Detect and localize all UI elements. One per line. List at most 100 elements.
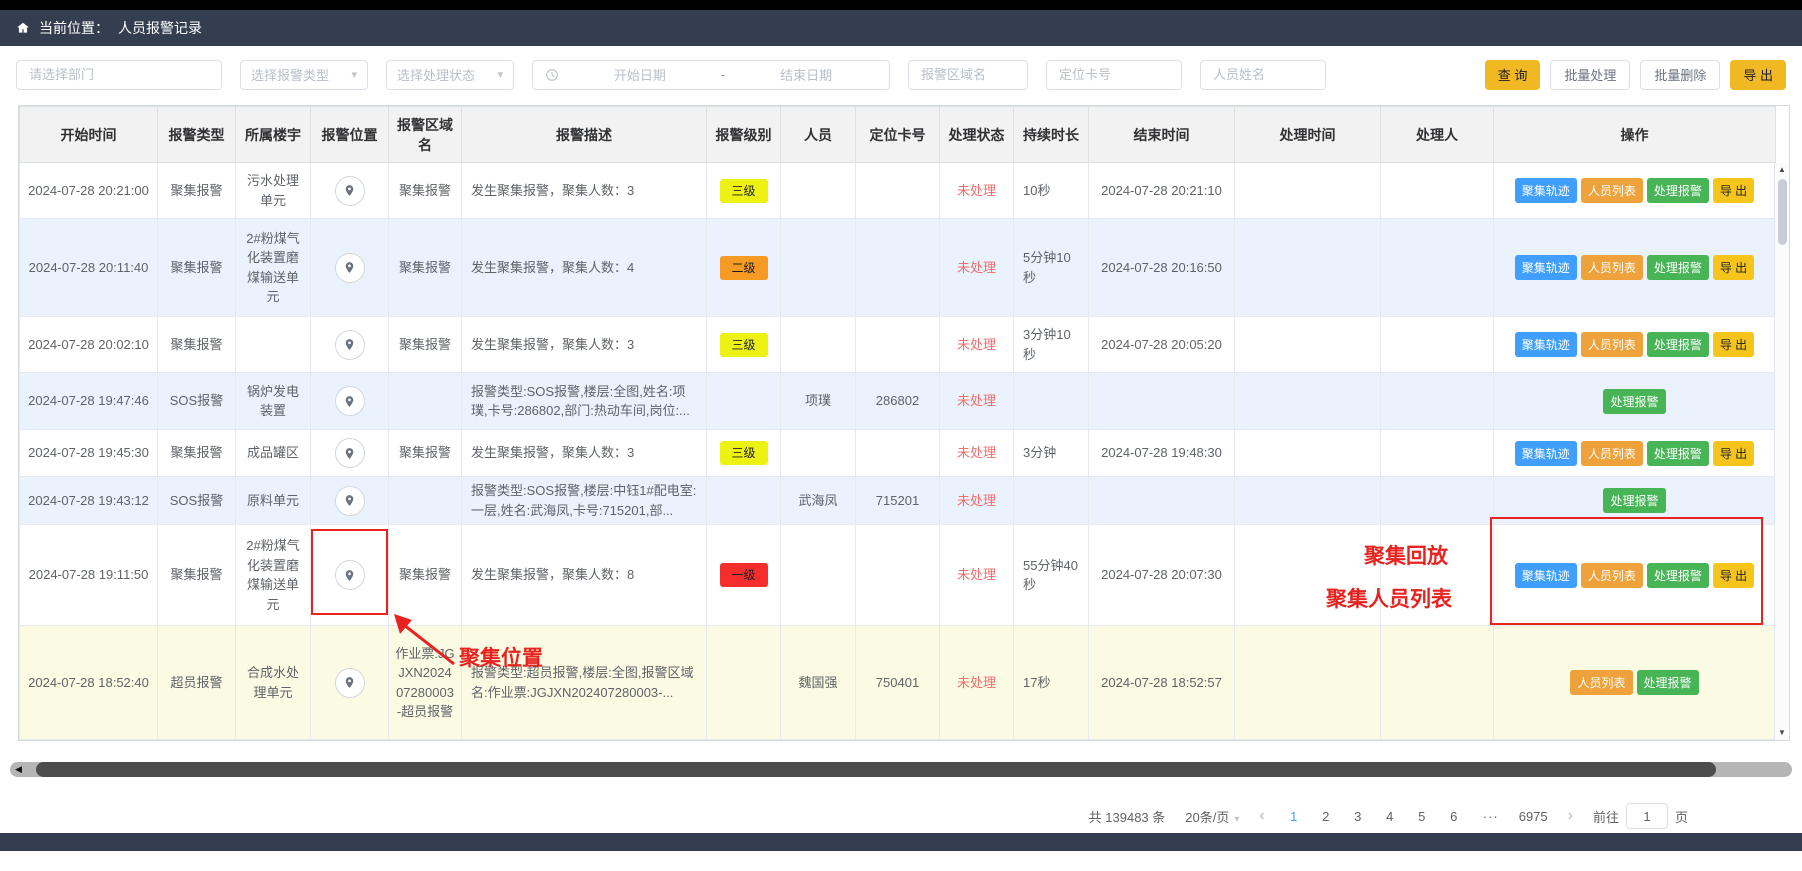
cell-building: 原料单元 — [236, 477, 311, 525]
cell-building — [236, 317, 311, 373]
cell-alarm-location — [311, 317, 389, 373]
handle-action-button[interactable]: 处理报警 — [1647, 563, 1709, 588]
handle-action-button[interactable]: 处理报警 — [1603, 488, 1665, 513]
horizontal-scrollbar[interactable]: ◀ — [10, 762, 1792, 777]
page-number[interactable]: 3 — [1349, 809, 1367, 824]
handle-action-button[interactable]: 处理报警 — [1647, 178, 1709, 203]
column-header: 结束时间 — [1089, 107, 1235, 163]
cell-alarm-type: SOS报警 — [158, 373, 236, 430]
alarm-location-pin-button[interactable] — [335, 668, 365, 698]
scroll-down-icon[interactable]: ▼ — [1778, 726, 1786, 740]
cell-card-number: 286802 — [856, 373, 940, 430]
page-number-last[interactable]: 6975 — [1519, 809, 1548, 824]
export-action-button[interactable]: 导 出 — [1713, 255, 1754, 280]
vertical-scrollbar[interactable]: ▲ ▼ — [1774, 163, 1789, 740]
export-action-button[interactable]: 导 出 — [1713, 441, 1754, 466]
person-name-input[interactable] — [1200, 60, 1326, 90]
table-row: 2024-07-28 20:02:10聚集报警聚集报警发生聚集报警，聚集人数：3… — [20, 317, 1776, 373]
cell-description: 报警类型:超员报警,楼层:全图,报警区域名:作业票:JGJXN202407280… — [462, 626, 707, 740]
status-text: 未处理 — [957, 183, 996, 198]
list-action-button[interactable]: 人员列表 — [1581, 255, 1643, 280]
track-action-button[interactable]: 聚集轨迹 — [1515, 563, 1577, 588]
cell-person — [781, 430, 856, 477]
page-number[interactable]: 2 — [1317, 809, 1335, 824]
column-header: 报警位置 — [311, 107, 389, 163]
cell-start-time: 2024-07-28 20:11:40 — [20, 219, 158, 317]
goto-page-input[interactable] — [1626, 803, 1668, 829]
batch-process-button[interactable]: 批量处理 — [1550, 60, 1630, 90]
page-number[interactable]: 6 — [1445, 809, 1463, 824]
end-date-field[interactable]: 结束日期 — [735, 65, 877, 84]
export-button[interactable]: 导 出 — [1730, 60, 1786, 90]
card-number-input[interactable] — [1046, 60, 1182, 90]
cell-alarm-level: 三级 — [707, 430, 781, 477]
alarm-location-pin-button[interactable] — [335, 330, 365, 360]
alarm-type-placeholder: 选择报警类型 — [251, 65, 329, 84]
alarm-location-pin-button[interactable] — [335, 253, 365, 283]
handle-action-button[interactable]: 处理报警 — [1637, 670, 1699, 695]
export-action-button[interactable]: 导 出 — [1713, 178, 1754, 203]
alarm-location-pin-button[interactable] — [335, 438, 365, 468]
department-input[interactable] — [16, 60, 222, 90]
handle-action-button[interactable]: 处理报警 — [1647, 441, 1709, 466]
alarm-location-pin-button[interactable] — [335, 486, 365, 516]
alarm-type-select[interactable]: 选择报警类型 ▾ — [240, 60, 368, 90]
table-row: 2024-07-28 19:43:12SOS报警原料单元报警类型:SOS报警,楼… — [20, 477, 1776, 525]
export-action-button[interactable]: 导 出 — [1713, 332, 1754, 357]
track-action-button[interactable]: 聚集轨迹 — [1515, 441, 1577, 466]
list-action-button[interactable]: 人员列表 — [1581, 441, 1643, 466]
table-head: 开始时间报警类型所属楼宇报警位置报警区域名报警描述报警级别人员定位卡号处理状态持… — [20, 107, 1776, 163]
cell-status: 未处理 — [940, 373, 1014, 430]
cell-duration: 3分钟 — [1014, 430, 1089, 477]
app-window: 当前位置： 人员报警记录 选择报警类型 ▾ 选择处理状态 ▾ 开始日期 - 结束… — [0, 0, 1802, 871]
scroll-left-icon[interactable]: ◀ — [15, 762, 22, 777]
horizontal-scrollbar-thumb[interactable] — [36, 762, 1716, 777]
handle-action-button[interactable]: 处理报警 — [1647, 332, 1709, 357]
track-action-button[interactable]: 聚集轨迹 — [1515, 255, 1577, 280]
area-name-input[interactable] — [908, 60, 1028, 90]
track-action-button[interactable]: 聚集轨迹 — [1515, 332, 1577, 357]
cell-operations: 处理报警 — [1494, 477, 1776, 525]
batch-delete-button[interactable]: 批量删除 — [1640, 60, 1720, 90]
cell-area-name — [389, 477, 462, 525]
cell-operations: 聚集轨迹人员列表处理报警导 出 — [1494, 163, 1776, 219]
status-placeholder: 选择处理状态 — [397, 65, 475, 84]
cell-end-time: 2024-07-28 20:21:10 — [1089, 163, 1235, 219]
table-body: 2024-07-28 20:21:00聚集报警污水处理单元聚集报警发生聚集报警，… — [20, 163, 1776, 740]
page-number[interactable]: 1 — [1285, 809, 1303, 824]
vertical-scrollbar-thumb[interactable] — [1778, 179, 1787, 245]
start-date-field[interactable]: 开始日期 — [569, 65, 711, 84]
scroll-up-icon[interactable]: ▲ — [1778, 163, 1786, 177]
page-size-select[interactable]: 20条/页▾ — [1185, 807, 1239, 826]
page-size-value: 20条/页 — [1185, 810, 1229, 825]
cell-alarm-location — [311, 626, 389, 740]
page-number[interactable]: 5 — [1413, 809, 1431, 824]
list-action-button[interactable]: 人员列表 — [1581, 178, 1643, 203]
alarm-location-pin-button[interactable] — [335, 386, 365, 416]
list-action-button[interactable]: 人员列表 — [1581, 563, 1643, 588]
cell-area-name: 聚集报警 — [389, 219, 462, 317]
cell-person — [781, 163, 856, 219]
cell-start-time: 2024-07-28 19:11:50 — [20, 525, 158, 626]
date-range-picker[interactable]: 开始日期 - 结束日期 — [532, 60, 890, 90]
cell-duration — [1014, 477, 1089, 525]
status-select[interactable]: 选择处理状态 ▾ — [386, 60, 514, 90]
next-page-button[interactable]: › — [1568, 807, 1573, 825]
cell-alarm-level: 一级 — [707, 525, 781, 626]
track-action-button[interactable]: 聚集轨迹 — [1515, 178, 1577, 203]
page-number[interactable]: 4 — [1381, 809, 1399, 824]
alarm-location-pin-button[interactable] — [335, 176, 365, 206]
handle-action-button[interactable]: 处理报警 — [1647, 255, 1709, 280]
handle-action-button[interactable]: 处理报警 — [1603, 389, 1665, 414]
alarm-level-badge: 二级 — [720, 256, 768, 280]
list-action-button[interactable]: 人员列表 — [1570, 670, 1632, 695]
prev-page-button[interactable]: ‹ — [1259, 807, 1264, 825]
list-action-button[interactable]: 人员列表 — [1581, 332, 1643, 357]
export-action-button[interactable]: 导 出 — [1713, 563, 1754, 588]
alarm-location-pin-button[interactable] — [335, 560, 365, 590]
query-button[interactable]: 查 询 — [1485, 60, 1541, 90]
map-pin-icon — [343, 261, 356, 274]
cell-description: 报警类型:SOS报警,楼层:中钰1#配电室:一层,姓名:武海凤,卡号:71520… — [462, 477, 707, 525]
alarm-level-badge: 一级 — [720, 563, 768, 587]
column-header: 处理人 — [1381, 107, 1494, 163]
